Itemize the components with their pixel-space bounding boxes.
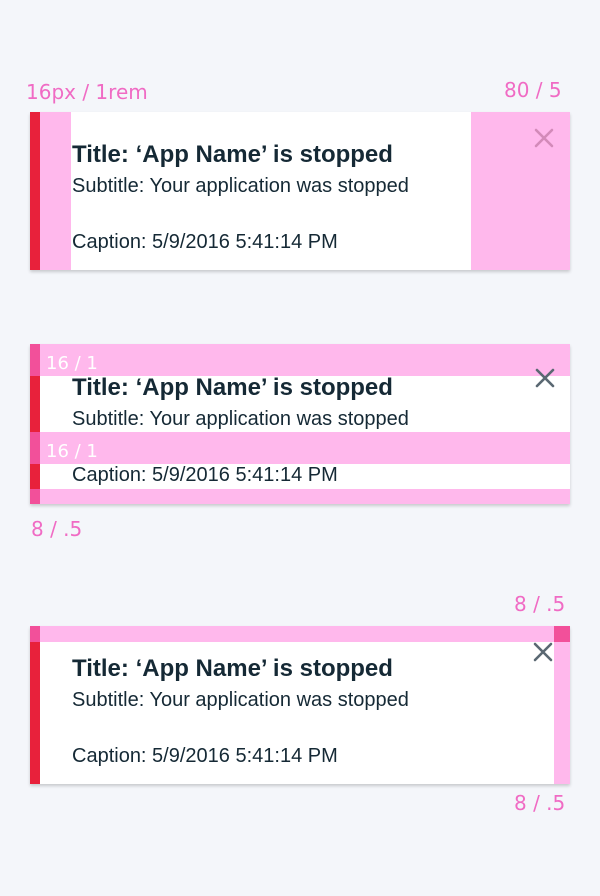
notification-title: Title: ‘App Name’ is stopped xyxy=(72,374,393,401)
notification-subtitle: Subtitle: Your application was stopped xyxy=(72,689,409,711)
close-icon[interactable] xyxy=(534,367,556,389)
notification-example-2: 16 / 1 16 / 1 Title: ‘App Name’ is stopp… xyxy=(30,344,570,504)
notification-example-3: Title: ‘App Name’ is stopped Subtitle: Y… xyxy=(30,626,570,784)
top-spacing-label: 16 / 1 xyxy=(46,353,98,374)
right-padding-label: 80 / 5 xyxy=(504,78,562,102)
notification-title: Title: ‘App Name’ is stopped xyxy=(72,655,393,682)
stripe-overlap-top xyxy=(30,626,40,642)
close-right-spacing-highlight xyxy=(554,626,570,784)
notification-subtitle: Subtitle: Your application was stopped xyxy=(72,408,409,430)
error-accent-stripe xyxy=(30,112,40,270)
close-top-spacing-highlight xyxy=(30,626,570,642)
notification-caption: Caption: 5/9/2016 5:41:14 PM xyxy=(72,231,338,253)
left-padding-label: 16px / 1rem xyxy=(26,80,148,104)
bottom-spacing-highlight xyxy=(30,489,570,504)
notification-title: Title: ‘App Name’ is stopped xyxy=(72,141,393,168)
corner-overlap xyxy=(554,626,570,642)
notification-caption: Caption: 5/9/2016 5:41:14 PM xyxy=(72,745,338,767)
stripe-overlap-middle xyxy=(30,432,40,464)
close-top-spacing-label: 8 / .5 xyxy=(514,592,566,616)
notification-caption: Caption: 5/9/2016 5:41:14 PM xyxy=(72,464,338,486)
close-icon[interactable] xyxy=(533,127,555,149)
stripe-overlap-bottom xyxy=(30,489,40,504)
close-icon[interactable] xyxy=(532,641,554,663)
bottom-spacing-label: 8 / .5 xyxy=(31,517,83,541)
top-spacing-highlight xyxy=(30,344,570,376)
close-right-spacing-label: 8 / .5 xyxy=(514,791,566,815)
stripe-overlap-top xyxy=(30,344,40,376)
right-padding-highlight xyxy=(471,112,570,270)
middle-spacing-label: 16 / 1 xyxy=(46,441,98,462)
left-padding-highlight xyxy=(40,112,71,270)
notification-example-1: Title: ‘App Name’ is stopped Subtitle: Y… xyxy=(30,112,570,270)
error-accent-stripe xyxy=(30,626,40,784)
middle-spacing-highlight xyxy=(30,432,570,464)
notification-subtitle: Subtitle: Your application was stopped xyxy=(72,175,409,197)
